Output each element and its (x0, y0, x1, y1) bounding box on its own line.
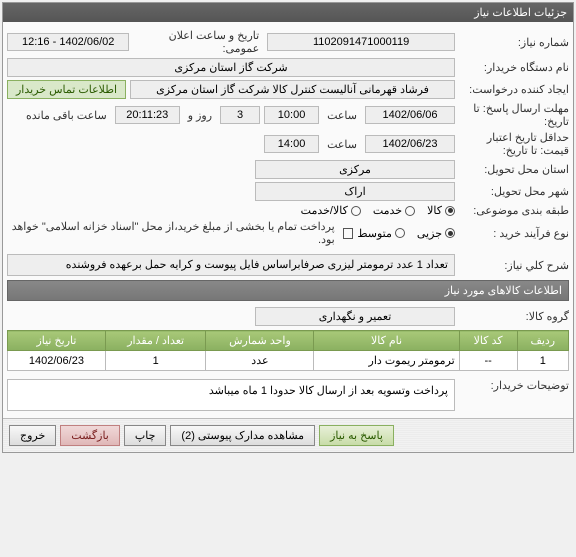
cell-unit: عدد (206, 351, 314, 371)
radio-goods-service[interactable]: کالا/خدمت (301, 204, 361, 217)
need-details-panel: جزئیات اطلاعات نیاز شماره نياز: 11020914… (2, 2, 574, 453)
panel-title: جزئیات اطلاعات نیاز (3, 3, 573, 22)
field-deadline-time: 10:00 (264, 106, 319, 124)
field-need-no: 1102091471000119 (267, 33, 455, 51)
label-saat-1: ساعت (323, 109, 361, 122)
purchase-type-radio-group: جزیی متوسط (357, 227, 455, 240)
form-area: شماره نياز: 1102091471000119 تاریخ و ساع… (3, 22, 573, 418)
cell-name: ترمومتر ریموت دار (314, 351, 459, 371)
field-time-left: 20:11:23 (115, 106, 180, 124)
label-category: طبقه بندی موضوعی: (459, 204, 569, 217)
treasury-checkbox[interactable] (343, 228, 354, 239)
table-row[interactable]: 1 -- ترمومتر ریموت دار عدد 1 1402/06/23 (8, 351, 569, 371)
field-city: اراک (255, 182, 455, 201)
radio-medium[interactable]: متوسط (357, 227, 405, 240)
label-requester: ایجاد کننده درخواست: (459, 83, 569, 96)
label-day-and: روز و (184, 109, 216, 122)
field-valid-date: 1402/06/23 (365, 135, 455, 153)
label-purchase-type: نوع فرآیند خرید : (459, 227, 569, 240)
th-date: تاریخ نیاز (8, 331, 106, 351)
field-valid-time: 14:00 (264, 135, 319, 153)
radio-service[interactable]: خدمت (373, 204, 415, 217)
field-buyer-org: شرکت گاز استان مرکزی (7, 58, 455, 77)
section-items-header: اطلاعات کالاهای مورد نیاز (7, 280, 569, 301)
label-goods-group: گروه کالا: (459, 310, 569, 323)
items-table: ردیف کد کالا نام کالا واحد شمارش تعداد /… (7, 330, 569, 371)
field-state: مرکزی (255, 160, 455, 179)
label-saat-2: ساعت (323, 138, 361, 151)
exit-button[interactable]: خروج (9, 425, 56, 446)
contact-buyer-button[interactable]: اطلاعات تماس خریدار (7, 80, 126, 99)
radio-dot-icon (445, 228, 455, 238)
label-buyer-org: نام دستگاه خريدار: (459, 61, 569, 74)
cell-code: -- (459, 351, 517, 371)
button-bar: پاسخ به نیاز مشاهده مدارک پیوستی (2) چاپ… (3, 418, 573, 452)
label-answer-deadline: مهلت ارسال پاسخ: تا تاریخ: (459, 102, 569, 128)
print-button[interactable]: چاپ (124, 425, 167, 446)
cell-date: 1402/06/23 (8, 351, 106, 371)
field-deadline-date: 1402/06/06 (365, 106, 455, 124)
field-announce-dt: 1402/06/02 - 12:16 (7, 33, 129, 51)
label-valid-from: حداقل تاریخ اعتبارقیمت: تا تاریخ: (459, 131, 569, 157)
field-need-desc: تعداد 1 عدد ترمومتر لیزری صرفابراساس فای… (7, 254, 455, 276)
th-idx: ردیف (517, 331, 568, 351)
radio-partial[interactable]: جزیی (417, 227, 455, 240)
pay-note: پرداخت تمام یا بخشی از مبلغ خرید،از محل … (7, 220, 339, 246)
radio-dot-icon (395, 228, 405, 238)
field-days-left: 3 (220, 106, 260, 124)
th-qty: تعداد / مقدار (105, 331, 206, 351)
radio-dot-icon (405, 206, 415, 216)
label-remaining: ساعت باقی مانده (22, 109, 111, 122)
category-radio-group: کالا خدمت کالا/خدمت (301, 204, 455, 217)
label-announce-dt: تاریخ و ساعت اعلان عمومی: (133, 29, 263, 55)
label-city: شهر محل تحویل: (459, 185, 569, 198)
back-button[interactable]: بازگشت (60, 425, 120, 446)
view-docs-button[interactable]: مشاهده مدارک پیوستی (2) (170, 425, 315, 446)
field-buyer-note: پرداخت وتسویه بعد از ارسال کالا حدودا 1 … (7, 379, 455, 411)
respond-button[interactable]: پاسخ به نیاز (319, 425, 394, 446)
radio-dot-icon (351, 206, 361, 216)
cell-idx: 1 (517, 351, 568, 371)
cell-qty: 1 (105, 351, 206, 371)
label-state: استان محل تحویل: (459, 163, 569, 176)
label-need-no: شماره نياز: (459, 36, 569, 49)
radio-dot-icon (445, 206, 455, 216)
field-requester: فرشاد قهرمانی آنالیست کنترل کالا شرکت گا… (130, 80, 455, 99)
th-name: نام کالا (314, 331, 459, 351)
th-unit: واحد شمارش (206, 331, 314, 351)
field-goods-group: تعمیر و نگهداری (255, 307, 455, 326)
radio-goods[interactable]: کالا (427, 204, 455, 217)
label-need-desc: شرح كلي نياز: (459, 259, 569, 272)
label-buyer-note: توضیحات خریدار: (459, 379, 569, 392)
th-code: کد کالا (459, 331, 517, 351)
